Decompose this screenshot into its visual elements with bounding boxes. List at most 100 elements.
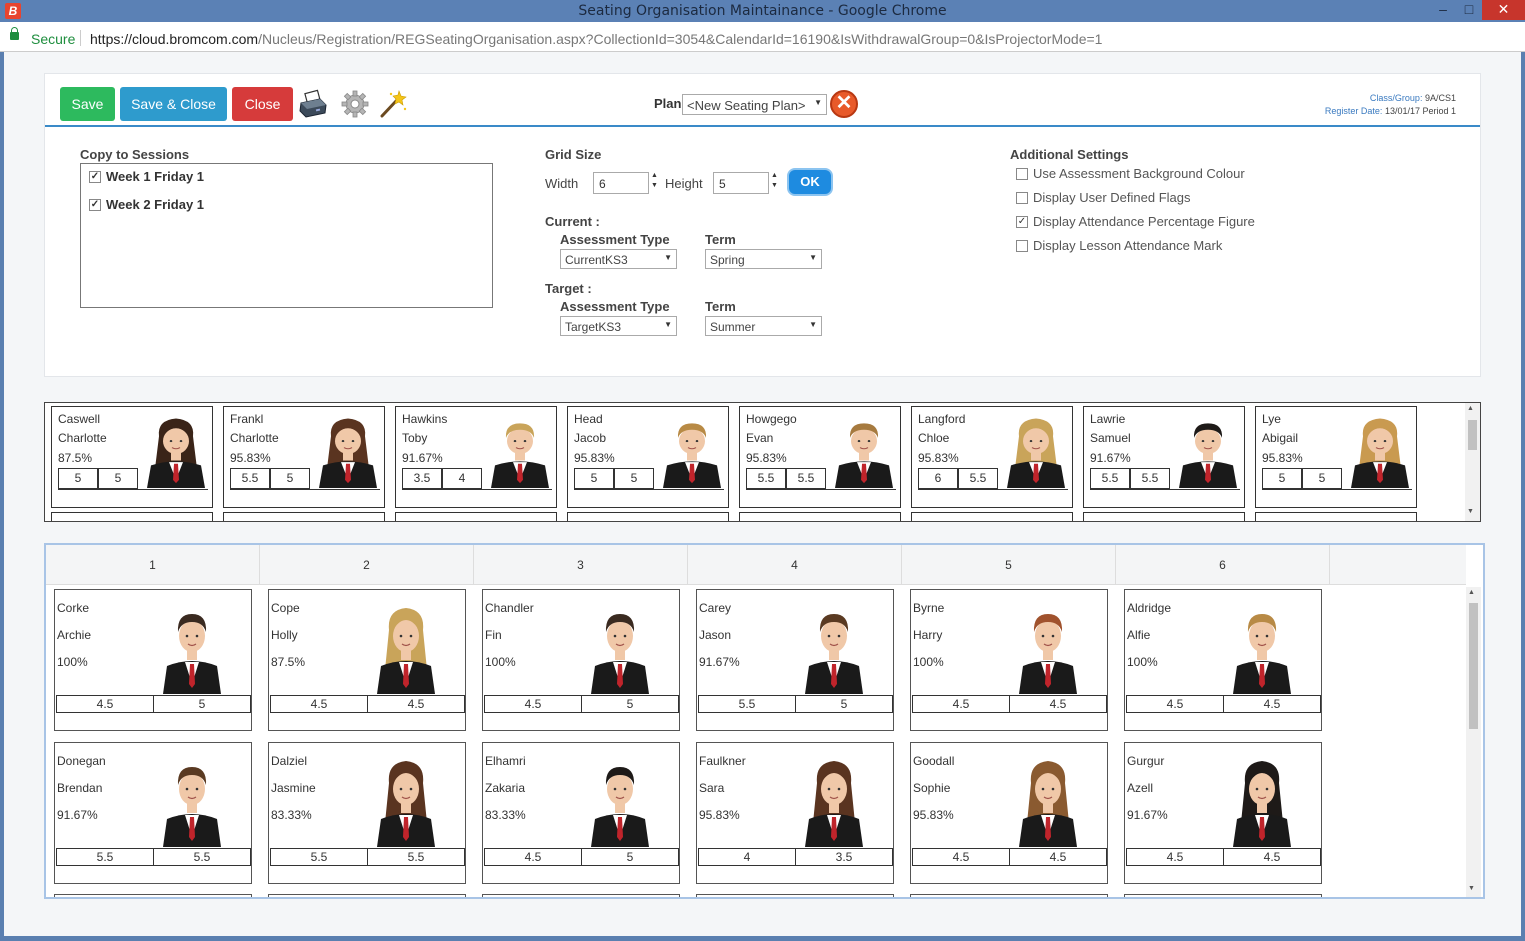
minimize-button[interactable]: – [1432, 0, 1454, 20]
register-date-label: Register Date: [1324, 106, 1383, 116]
target-assessment-type-label: Assessment Type [560, 299, 670, 314]
target-grade: 4.5 [1223, 695, 1321, 713]
student-card[interactable]: Hawkins Toby 91.67% 3.5 4 [395, 406, 557, 508]
student-card[interactable]: Lye Abigail 95.83% 55 [1255, 406, 1417, 508]
seat-card[interactable]: Carey Jason 91.67% 5.5 5 [696, 589, 894, 731]
target-grade: 5.5 [1130, 468, 1170, 489]
session-checkbox[interactable]: ✓ [89, 198, 101, 211]
setting-checkbox[interactable] [1016, 167, 1028, 180]
student-card[interactable]: Howgego Evan 95.83% 5.5 5.5 [739, 406, 901, 508]
delete-plan-button[interactable]: ✕ [830, 90, 858, 118]
printer-icon[interactable] [298, 89, 328, 119]
student-card[interactable] [567, 512, 729, 521]
student-card[interactable]: Langford Chloe 95.83% 6 5.5 [911, 406, 1073, 508]
seat-card[interactable] [696, 894, 894, 897]
ok-button[interactable]: OK [787, 168, 833, 196]
seat-card[interactable] [54, 894, 252, 897]
student-card[interactable]: Frankl Charlotte 95.83% 5.5 5 [223, 406, 385, 508]
seating-grid[interactable]: 123456 ▲ ▼ Corke Archie 100% 4.5 5 Cope Holly… [44, 543, 1485, 899]
setting-item[interactable]: ✓ Display Attendance Percentage Figure [1016, 214, 1255, 229]
student-surname: Dalziel [271, 754, 308, 768]
grid-scroll-thumb[interactable] [1469, 603, 1478, 729]
target-grade: 4.5 [367, 695, 465, 713]
strip-scrollbar[interactable]: ▲ ▼ [1465, 403, 1480, 521]
scroll-down-icon[interactable]: ▼ [1468, 885, 1475, 892]
student-card[interactable]: Lawrie Samuel 91.67% 5.5 5.5 [1083, 406, 1245, 508]
session-item[interactable]: ✓ Week 1 Friday 1 [89, 169, 204, 184]
scroll-up-icon[interactable]: ▲ [1468, 589, 1475, 596]
student-card[interactable] [51, 512, 213, 521]
scroll-down-icon[interactable]: ▼ [1467, 508, 1474, 515]
student-card[interactable]: Caswell Charlotte 87.5% 55 [51, 406, 213, 508]
seat-card[interactable]: Cope Holly 87.5% 4.5 4.5 [268, 589, 466, 731]
session-checkbox[interactable]: ✓ [89, 170, 101, 183]
student-card[interactable] [911, 512, 1073, 521]
student-attendance: 87.5% [271, 655, 306, 669]
plan-select[interactable]: <New Seating Plan> ▼ [682, 94, 827, 115]
width-input[interactable]: 6 [593, 172, 649, 194]
target-assessment-type-select[interactable]: TargetKS3 ▼ [560, 316, 677, 336]
height-stepper[interactable]: ▲ ▼ [771, 171, 781, 191]
setting-item[interactable]: Use Assessment Background Colour [1016, 166, 1245, 181]
unplaced-students-strip[interactable]: ▲ ▼ Caswell Charlotte 87.5% 5 5 Frankl Charlo… [44, 402, 1481, 522]
save-button[interactable]: Save [60, 87, 115, 121]
seat-card[interactable]: Donegan Brendan 91.67% 5.5 5.5 [54, 742, 252, 884]
setting-item[interactable]: Display User Defined Flags [1016, 190, 1191, 205]
seat-card[interactable] [482, 894, 680, 897]
seat-card[interactable]: Faulkner Sara 95.83% 4 3.5 [696, 742, 894, 884]
lock-icon [10, 27, 19, 40]
seat-card[interactable]: Byrne Harry 100% 4.5 4.5 [910, 589, 1108, 731]
magic-wand-icon[interactable] [378, 89, 408, 119]
address-bar[interactable]: Secure https://cloud.bromcom.com/Nucleus… [0, 22, 1525, 52]
width-stepper[interactable]: ▲ ▼ [651, 171, 661, 191]
setting-checkbox[interactable] [1016, 191, 1028, 204]
setting-label: Display Lesson Attendance Mark [1033, 238, 1223, 253]
student-photo [1175, 412, 1241, 488]
card-divider [574, 489, 724, 490]
target-term-value: Summer [710, 320, 756, 334]
gear-icon[interactable] [340, 89, 370, 119]
grid-scrollbar[interactable]: ▲ ▼ [1466, 587, 1481, 897]
setting-item[interactable]: Display Lesson Attendance Mark [1016, 238, 1222, 253]
url-text[interactable]: https://cloud.bromcom.com/Nucleus/Regist… [90, 31, 1102, 47]
secure-label: Secure [31, 31, 76, 47]
window-close-button[interactable]: ✕ [1482, 0, 1525, 20]
scroll-up-icon[interactable]: ▲ [1467, 405, 1474, 412]
strip-scroll-thumb[interactable] [1468, 420, 1477, 450]
session-item[interactable]: ✓ Week 2 Friday 1 [89, 197, 204, 212]
student-forename: Holly [271, 628, 298, 642]
student-card[interactable] [739, 512, 901, 521]
grid-size-title: Grid Size [545, 147, 602, 162]
seat-card[interactable]: Goodall Sophie 95.83% 4.5 4.5 [910, 742, 1108, 884]
height-input[interactable]: 5 [713, 172, 769, 194]
seat-card[interactable]: Chandler Fin 100% 4.5 5 [482, 589, 680, 731]
seat-card[interactable]: Dalziel Jasmine 83.33% 5.5 5.5 [268, 742, 466, 884]
seat-card[interactable]: Gurgur Azell 91.67% 4.5 4.5 [1124, 742, 1322, 884]
student-card[interactable]: Head Jacob 95.83% 55 [567, 406, 729, 508]
seat-card[interactable]: Corke Archie 100% 4.5 5 [54, 589, 252, 731]
class-group-value: 9A/CS1 [1424, 93, 1456, 103]
setting-checkbox[interactable]: ✓ [1016, 215, 1028, 228]
student-card[interactable] [223, 512, 385, 521]
student-attendance: 95.83% [574, 451, 615, 465]
student-photo [159, 753, 225, 847]
seat-card[interactable] [268, 894, 466, 897]
student-card[interactable] [395, 512, 557, 521]
student-card[interactable] [1083, 512, 1245, 521]
seat-card[interactable]: Elhamri Zakaria 83.33% 4.5 5 [482, 742, 680, 884]
target-term-select[interactable]: Summer ▼ [705, 316, 822, 336]
current-term-select[interactable]: Spring ▼ [705, 249, 822, 269]
setting-checkbox[interactable] [1016, 239, 1028, 252]
current-assessment-type-select[interactable]: CurrentKS3 ▼ [560, 249, 677, 269]
student-photo [801, 600, 867, 694]
student-surname: Chandler [485, 601, 534, 615]
close-button[interactable]: Close [232, 87, 293, 121]
target-term-label: Term [705, 299, 736, 314]
student-card[interactable] [1255, 512, 1417, 521]
seat-card[interactable] [910, 894, 1108, 897]
save-close-button[interactable]: Save & Close [120, 87, 227, 121]
seat-card[interactable] [1124, 894, 1322, 897]
seat-card[interactable]: Aldridge Alfie 100% 4.5 4.5 [1124, 589, 1322, 731]
maximize-button[interactable]: □ [1458, 0, 1480, 20]
current-grade: 4.5 [912, 695, 1010, 713]
